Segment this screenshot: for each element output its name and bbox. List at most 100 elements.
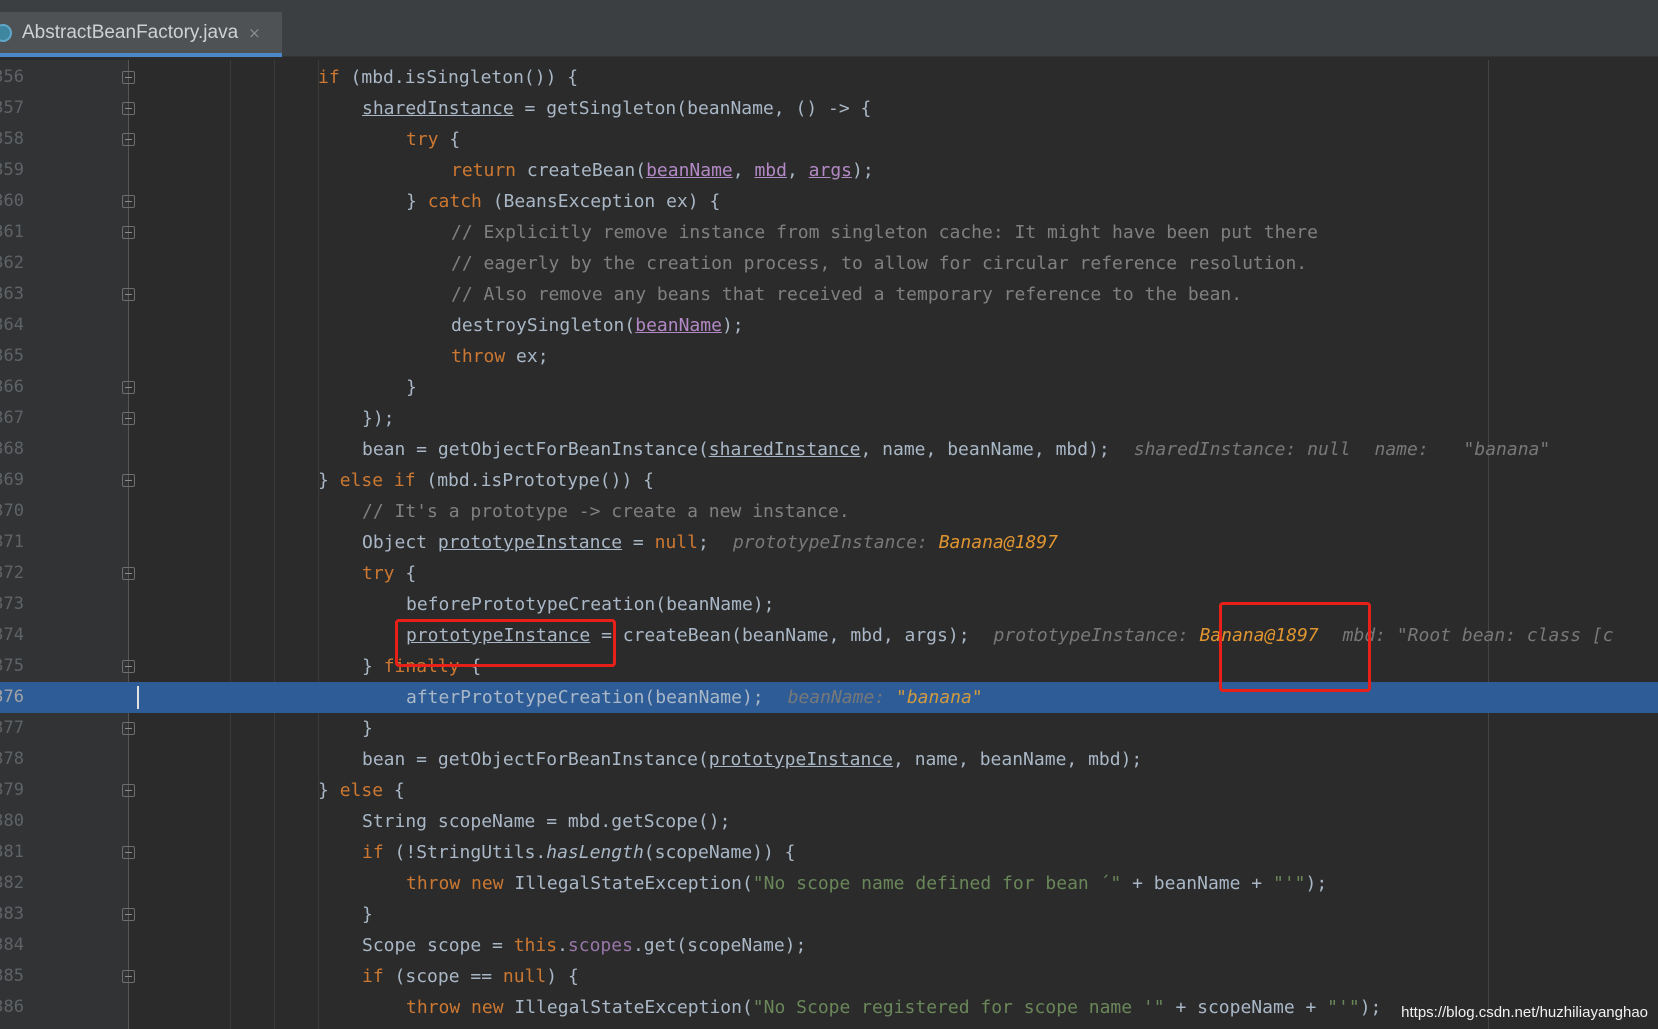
line-number[interactable]: 382 bbox=[0, 868, 24, 899]
line-number[interactable]: 386 bbox=[0, 992, 24, 1023]
line-number[interactable]: 384 bbox=[0, 930, 24, 961]
fold-marker-icon[interactable] bbox=[122, 908, 135, 921]
code-text: beforePrototypeCreation(beanName); bbox=[406, 594, 775, 615]
code-line[interactable]: 374prototypeInstance = createBean(beanNa… bbox=[0, 620, 1658, 651]
fold-marker-icon[interactable] bbox=[122, 846, 135, 859]
line-number[interactable]: 360 bbox=[0, 186, 24, 217]
keyword: else if bbox=[339, 470, 416, 491]
keyword: null bbox=[654, 532, 698, 553]
code-line[interactable]: 356 if (mbd.isSingleton()) { bbox=[0, 62, 1658, 93]
param: beanName bbox=[646, 160, 733, 181]
fold-marker-icon[interactable] bbox=[122, 195, 135, 208]
code-line[interactable]: 381 if (!StringUtils.hasLength(scopeName)… bbox=[0, 837, 1658, 868]
code-line[interactable]: 368bean = getObjectForBeanInstance(share… bbox=[0, 434, 1658, 465]
code-line[interactable]: 358 try { bbox=[0, 124, 1658, 155]
code-content: Scope scope = this.scopes.get(scopeName)… bbox=[362, 930, 806, 961]
code-line[interactable]: 357 sharedInstance = getSingleton(beanNam… bbox=[0, 93, 1658, 124]
fold-marker-icon[interactable] bbox=[122, 71, 135, 84]
comment: // Explicitly remove instance from singl… bbox=[451, 222, 1318, 243]
code-line[interactable]: 367}); bbox=[0, 403, 1658, 434]
line-number[interactable]: 385 bbox=[0, 961, 24, 992]
java-class-icon bbox=[0, 23, 12, 42]
code-line[interactable]: 376 afterPrototypeCreation(beanName); bean… bbox=[0, 682, 1658, 713]
fold-marker-icon[interactable] bbox=[122, 784, 135, 797]
line-number[interactable]: 357 bbox=[0, 93, 24, 124]
string: "'" bbox=[1327, 997, 1360, 1018]
line-number[interactable]: 367 bbox=[0, 403, 24, 434]
fold-marker-icon[interactable] bbox=[122, 722, 135, 735]
keyword: else bbox=[339, 780, 384, 801]
fold-marker-icon[interactable] bbox=[122, 660, 135, 673]
code-line[interactable]: 379} else { bbox=[0, 775, 1658, 806]
fold-marker-icon[interactable] bbox=[122, 474, 135, 487]
code-line[interactable]: 375} finally { bbox=[0, 651, 1658, 682]
line-number[interactable]: 376 bbox=[0, 682, 24, 713]
code-text: bean = getObjectForBeanInstance( bbox=[362, 439, 709, 460]
fold-marker-icon[interactable] bbox=[122, 412, 135, 425]
code-text: } bbox=[362, 656, 384, 677]
code-content: throw new IllegalStateException("No scop… bbox=[406, 868, 1327, 899]
line-number[interactable]: 371 bbox=[0, 527, 24, 558]
keyword: try bbox=[406, 129, 439, 150]
code-line[interactable]: 385 if (scope == null) { bbox=[0, 961, 1658, 992]
code-line[interactable]: 365 throw ex; bbox=[0, 341, 1658, 372]
code-line[interactable]: 371 Object prototypeInstance = null; proto… bbox=[0, 527, 1658, 558]
code-text: + beanName + bbox=[1121, 873, 1273, 894]
code-line[interactable]: 382 throw new IllegalStateException("No s… bbox=[0, 868, 1658, 899]
line-number[interactable]: 379 bbox=[0, 775, 24, 806]
code-line[interactable]: 373 beforePrototypeCreation(beanName); bbox=[0, 589, 1658, 620]
line-number[interactable]: 365 bbox=[0, 341, 24, 372]
field: scopes bbox=[567, 935, 633, 956]
line-number[interactable]: 362 bbox=[0, 248, 24, 279]
code-line[interactable]: 362 // eagerly by the creation process, t… bbox=[0, 248, 1658, 279]
fold-marker-icon[interactable] bbox=[122, 102, 135, 115]
code-line[interactable]: 369} else if (mbd.isPrototype()) { bbox=[0, 465, 1658, 496]
line-number[interactable]: 377 bbox=[0, 713, 24, 744]
fold-marker-icon[interactable] bbox=[122, 381, 135, 394]
line-number[interactable]: 359 bbox=[0, 155, 24, 186]
line-number[interactable]: 356 bbox=[0, 62, 24, 93]
fold-marker-icon[interactable] bbox=[122, 288, 135, 301]
code-line[interactable]: 370 // It's a prototype -> create a new i… bbox=[0, 496, 1658, 527]
line-number[interactable]: 381 bbox=[0, 837, 24, 868]
tab-abstract-bean-factory[interactable]: AbstractBeanFactory.java × bbox=[0, 12, 282, 57]
code-line[interactable]: 372 try { bbox=[0, 558, 1658, 589]
inlay-hint: mbd: "Root bean: class [c bbox=[1342, 625, 1614, 646]
watermark: https://blog.csdn.net/huzhiliayanghao bbox=[1401, 1004, 1648, 1021]
close-icon[interactable]: × bbox=[248, 24, 261, 42]
line-number[interactable]: 380 bbox=[0, 806, 24, 837]
code-text: ); bbox=[1305, 873, 1328, 894]
line-number[interactable]: 358 bbox=[0, 124, 24, 155]
code-line[interactable]: 380 String scopeName = mbd.getScope(); bbox=[0, 806, 1658, 837]
fold-marker-icon[interactable] bbox=[122, 970, 135, 983]
code-text: { bbox=[438, 129, 461, 150]
line-number[interactable]: 364 bbox=[0, 310, 24, 341]
fold-marker-icon[interactable] bbox=[122, 567, 135, 580]
line-number[interactable]: 378 bbox=[0, 744, 24, 775]
fold-marker-icon[interactable] bbox=[122, 133, 135, 146]
fold-marker-icon[interactable] bbox=[122, 226, 135, 239]
code-line[interactable]: 377} bbox=[0, 713, 1658, 744]
line-number[interactable]: 361 bbox=[0, 217, 24, 248]
line-number[interactable]: 383 bbox=[0, 899, 24, 930]
line-number[interactable]: 372 bbox=[0, 558, 24, 589]
code-line[interactable]: 378 bean = getObjectForBeanInstance(proto… bbox=[0, 744, 1658, 775]
line-number[interactable]: 373 bbox=[0, 589, 24, 620]
code-line[interactable]: 366} bbox=[0, 372, 1658, 403]
code-text: ); bbox=[852, 160, 874, 181]
code-line[interactable]: 359 return createBean(beanName, mbd, args… bbox=[0, 155, 1658, 186]
code-line[interactable]: 363 // Also remove any beans that receive… bbox=[0, 279, 1658, 310]
line-number[interactable]: 375 bbox=[0, 651, 24, 682]
code-line[interactable]: 360} catch (BeansException ex) { bbox=[0, 186, 1658, 217]
code-line[interactable]: 364 destroySingleton(beanName); bbox=[0, 310, 1658, 341]
code-line[interactable]: 383} bbox=[0, 899, 1658, 930]
code-editor[interactable]: 356 if (mbd.isSingleton()) {357 sharedInst… bbox=[0, 60, 1658, 1029]
line-number[interactable]: 368 bbox=[0, 434, 24, 465]
line-number[interactable]: 370 bbox=[0, 496, 24, 527]
line-number[interactable]: 366 bbox=[0, 372, 24, 403]
line-number[interactable]: 363 bbox=[0, 279, 24, 310]
line-number[interactable]: 369 bbox=[0, 465, 24, 496]
code-line[interactable]: 361 // Explicitly remove instance from si… bbox=[0, 217, 1658, 248]
code-line[interactable]: 384 Scope scope = this.scopes.get(scopeNa… bbox=[0, 930, 1658, 961]
line-number[interactable]: 374 bbox=[0, 620, 24, 651]
